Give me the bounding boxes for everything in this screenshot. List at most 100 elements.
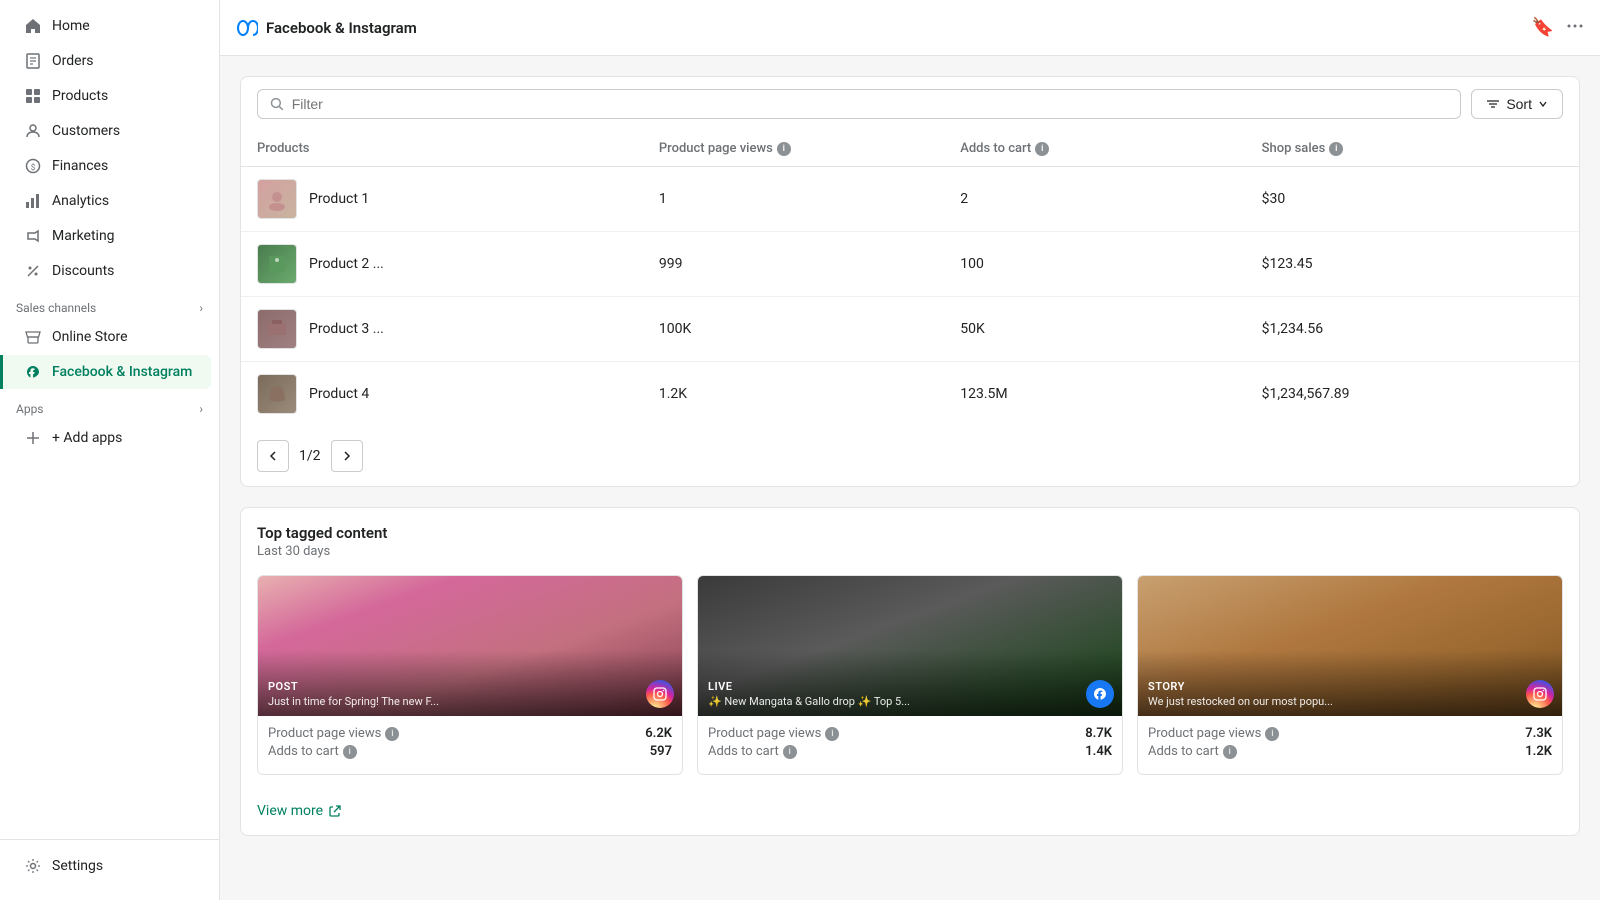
col-shop-sales: Shop sales i (1262, 141, 1563, 156)
card-adds-to-cart-label-1: Adds to cart (268, 744, 339, 759)
card-adds-to-cart-value-3: 1.2K (1525, 744, 1552, 759)
card-caption-3: We just restocked on our most popu... (1148, 695, 1552, 708)
card-info-icon-views-2[interactable]: i (825, 727, 839, 741)
card-info-icon-cart-2[interactable]: i (783, 745, 797, 759)
content-card-2[interactable]: LIVE ✨ New Mangata & Gallo drop ✨ Top 5.… (697, 575, 1123, 775)
card-info-icon-views-3[interactable]: i (1265, 727, 1279, 741)
customers-icon (24, 122, 42, 140)
content-type-badge-3: STORY (1148, 680, 1552, 693)
shop-sales-4: $1,234,567.89 (1262, 386, 1563, 402)
product-name-2: Product 2 ... (309, 256, 384, 272)
topbar-title: Facebook & Instagram (266, 19, 417, 37)
next-page-button[interactable] (331, 440, 363, 472)
table-header: Products Product page views i Adds to ca… (241, 131, 1579, 167)
content-card-3[interactable]: STORY We just restocked on our most popu… (1137, 575, 1563, 775)
products-icon (24, 87, 42, 105)
more-icon[interactable] (1566, 17, 1584, 39)
content-type-badge-1: POST (268, 680, 672, 693)
prev-page-button[interactable] (257, 440, 289, 472)
svg-text:$: $ (31, 163, 36, 172)
add-apps-icon (24, 429, 42, 447)
col-products-label: Products (257, 141, 309, 156)
search-icon (270, 97, 284, 111)
sidebar-item-finances-label: Finances (52, 158, 108, 174)
sidebar-item-online-store[interactable]: Online Store (8, 320, 211, 354)
card-caption-1: Just in time for Spring! The new F... (268, 695, 672, 708)
card-stat-row-cart-1: Adds to cart i 597 (268, 744, 672, 759)
sidebar-item-marketing-label: Marketing (52, 228, 115, 244)
card-page-views-label-2: Product page views (708, 726, 821, 741)
sidebar-item-add-apps[interactable]: + Add apps (8, 421, 211, 455)
finances-icon: $ (24, 157, 42, 175)
expand-icon: › (199, 301, 203, 315)
sidebar-item-finances[interactable]: $ Finances (8, 149, 211, 183)
content-area: Sort Products Product page views i Adds … (220, 56, 1600, 900)
sidebar-item-discounts[interactable]: Discounts (8, 254, 211, 288)
sidebar-item-products-label: Products (52, 88, 108, 104)
topbar-actions: 🔖 (1532, 17, 1584, 39)
view-more-label: View more (257, 803, 323, 819)
top-tagged-content-card: Top tagged content Last 30 days POST Jus… (240, 507, 1580, 836)
content-card-image-2: LIVE ✨ New Mangata & Gallo drop ✨ Top 5.… (698, 576, 1122, 716)
sidebar-item-customers[interactable]: Customers (8, 114, 211, 148)
table-row[interactable]: Product 2 ... 999 100 $123.45 (241, 232, 1579, 297)
table-row[interactable]: Product 1 1 2 $30 (241, 167, 1579, 232)
sidebar-item-analytics[interactable]: Analytics (8, 184, 211, 218)
settings-label: Settings (52, 858, 103, 874)
col-adds-to-cart: Adds to cart i (960, 141, 1261, 156)
sidebar-item-customers-label: Customers (52, 123, 120, 139)
page-indicator: 1/2 (295, 448, 325, 464)
sidebar-item-home[interactable]: Home (8, 9, 211, 43)
filter-input[interactable] (292, 96, 1449, 112)
content-card-1[interactable]: POST Just in time for Spring! The new F.… (257, 575, 683, 775)
card-page-views-value-3: 7.3K (1525, 726, 1552, 741)
table-row[interactable]: Product 4 1.2K 123.5M $1,234,567.89 (241, 362, 1579, 426)
apps-label: Apps (16, 402, 44, 416)
view-more-link[interactable]: View more (257, 803, 1563, 819)
card-overlay-2: LIVE ✨ New Mangata & Gallo drop ✨ Top 5.… (698, 650, 1122, 716)
card-overlay-3: STORY We just restocked on our most popu… (1138, 650, 1562, 716)
apps-section: Apps › (0, 390, 219, 420)
content-card-image-3: STORY We just restocked on our most popu… (1138, 576, 1562, 716)
filter-input-wrapper (257, 89, 1461, 119)
card-info-icon-cart-1[interactable]: i (343, 745, 357, 759)
sidebar-item-home-label: Home (52, 18, 90, 34)
sidebar-item-products[interactable]: Products (8, 79, 211, 113)
shop-sales-info-icon[interactable]: i (1329, 142, 1343, 156)
sort-button[interactable]: Sort (1471, 89, 1563, 119)
shop-sales-1: $30 (1262, 191, 1563, 207)
sidebar-item-facebook-instagram[interactable]: Facebook & Instagram (0, 355, 211, 389)
content-cards-grid: POST Just in time for Spring! The new F.… (241, 567, 1579, 791)
card-info-icon-views-1[interactable]: i (385, 727, 399, 741)
section-subtitle: Last 30 days (257, 544, 1563, 559)
card-stat-row-cart-3: Adds to cart i 1.2K (1148, 744, 1552, 759)
bookmark-icon[interactable]: 🔖 (1532, 17, 1554, 38)
product-cell-4: Product 4 (257, 374, 659, 414)
sales-channels-label: Sales channels (16, 301, 96, 315)
sidebar-item-orders[interactable]: Orders (8, 44, 211, 78)
facebook-icon-2 (1086, 680, 1114, 708)
card-page-views-label-3: Product page views (1148, 726, 1261, 741)
filter-bar: Sort (241, 77, 1579, 131)
main-content: Facebook & Instagram 🔖 Sort (220, 0, 1600, 900)
sidebar-nav: Home Orders Products Customers $ Finance… (0, 0, 219, 839)
card-adds-to-cart-value-1: 597 (650, 744, 672, 759)
shop-sales-2: $123.45 (1262, 256, 1563, 272)
sidebar-item-settings[interactable]: Settings (8, 849, 211, 883)
card-caption-2: ✨ New Mangata & Gallo drop ✨ Top 5... (708, 695, 1112, 708)
sidebar-item-orders-label: Orders (52, 53, 94, 69)
products-table: Products Product page views i Adds to ca… (241, 131, 1579, 426)
page-views-4: 1.2K (659, 386, 960, 402)
page-views-info-icon[interactable]: i (777, 142, 791, 156)
product-thumb-3 (257, 309, 297, 349)
card-stats-2: Product page views i 8.7K Adds to cart i… (698, 716, 1122, 774)
card-adds-to-cart-label-2: Adds to cart (708, 744, 779, 759)
discounts-icon (24, 262, 42, 280)
table-row[interactable]: Product 3 ... 100K 50K $1,234.56 (241, 297, 1579, 362)
shop-sales-3: $1,234.56 (1262, 321, 1563, 337)
product-name-4: Product 4 (309, 386, 369, 402)
product-thumb-1 (257, 179, 297, 219)
sidebar-item-marketing[interactable]: Marketing (8, 219, 211, 253)
adds-to-cart-info-icon[interactable]: i (1035, 142, 1049, 156)
card-info-icon-cart-3[interactable]: i (1223, 745, 1237, 759)
